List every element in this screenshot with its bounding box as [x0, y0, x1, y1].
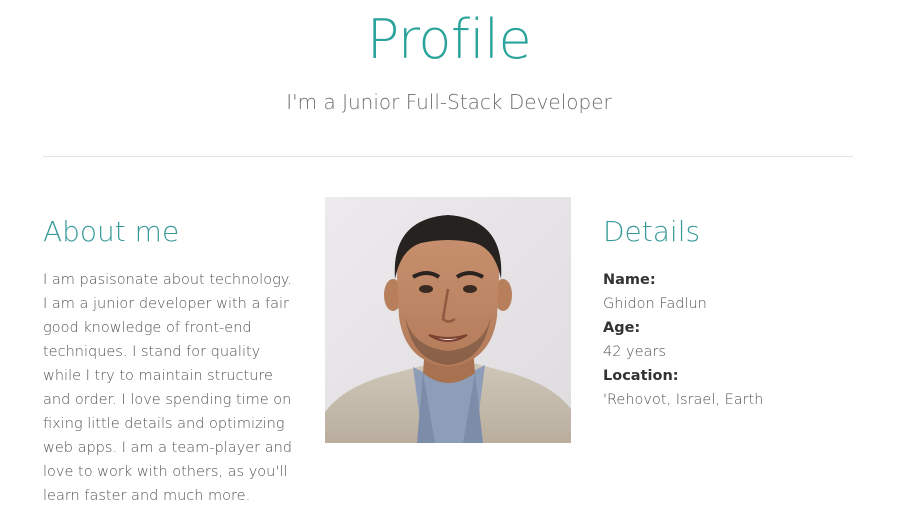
details-list: Name: Ghidon Fadlun Age: 42 years Locati… — [603, 268, 863, 412]
location-value: 'Rehovot, Israel, Earth — [603, 392, 764, 408]
header-divider — [43, 156, 853, 157]
name-value: Ghidon Fadlun — [603, 296, 707, 312]
profile-photo — [325, 197, 571, 443]
name-label: Name: — [603, 272, 656, 288]
location-label: Location: — [603, 368, 679, 384]
page-title: Profile — [366, 8, 532, 71]
age-label: Age: — [603, 320, 641, 336]
profile-photo-image — [325, 197, 571, 443]
age-value: 42 years — [603, 344, 666, 360]
about-heading: About me — [43, 215, 180, 248]
page-subtitle: I'm a Junior Full-Stack Developer — [286, 90, 612, 114]
about-text: I am pasisonate about technology. I am a… — [43, 272, 292, 504]
details-heading: Details — [603, 215, 701, 248]
